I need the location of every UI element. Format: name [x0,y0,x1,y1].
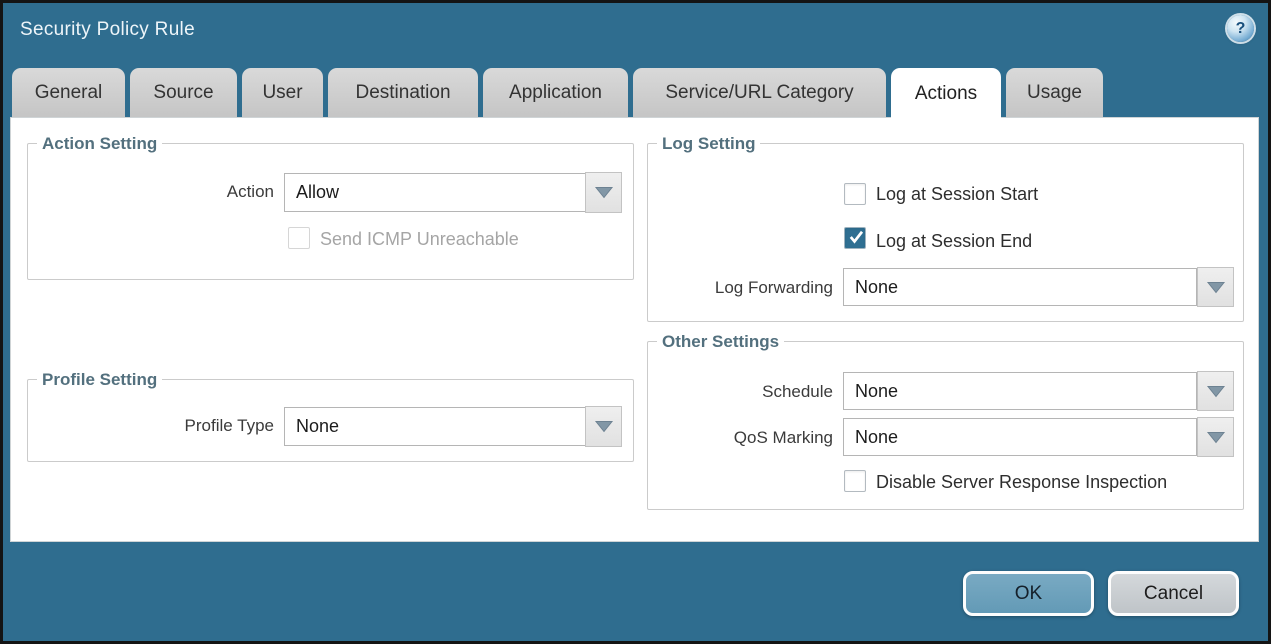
security-policy-rule-dialog: Security Policy Rule ? General Source Us… [0,0,1271,644]
log-at-session-start-checkbox[interactable] [844,183,866,205]
qos-marking-select-value: None [855,427,898,448]
profile-type-select[interactable]: None [284,407,586,446]
profile-type-select-value: None [296,416,339,437]
action-select-value: Allow [296,182,339,203]
action-setting-legend: Action Setting [37,134,162,153]
log-forwarding-select-value: None [855,277,898,298]
tab-label: Usage [1027,82,1082,104]
schedule-select[interactable]: None [843,372,1197,410]
qos-marking-label: QoS Marking [683,428,833,448]
other-settings-legend: Other Settings [657,332,784,351]
action-select-arrow-button[interactable] [585,172,622,213]
profile-setting-legend: Profile Setting [37,370,162,389]
tab-source[interactable]: Source [130,68,237,117]
chevron-down-icon [594,419,614,434]
chevron-down-icon [1206,280,1226,295]
help-icon-glyph: ? [1236,20,1246,38]
checkmark-icon [847,226,865,248]
tab-actions[interactable]: Actions [891,68,1001,120]
log-forwarding-select-arrow-button[interactable] [1197,267,1234,307]
cancel-button-label: Cancel [1144,583,1203,605]
tab-label: Application [509,82,602,104]
help-icon[interactable]: ? [1227,15,1254,42]
profile-type-select-arrow-button[interactable] [585,406,622,447]
tab-service-url-category[interactable]: Service/URL Category [633,68,886,117]
send-icmp-unreachable-label: Send ICMP Unreachable [320,229,519,250]
chevron-down-icon [1206,430,1226,445]
schedule-label: Schedule [683,382,833,402]
tab-general[interactable]: General [12,68,125,117]
tab-label: Service/URL Category [665,82,853,104]
ok-button-label: OK [1015,583,1042,605]
schedule-select-value: None [855,381,898,402]
cancel-button[interactable]: Cancel [1108,571,1239,616]
tab-label: General [35,82,103,104]
qos-marking-select-arrow-button[interactable] [1197,417,1234,457]
action-label: Action [124,182,274,202]
ok-button[interactable]: OK [963,571,1094,616]
log-at-session-end-checkbox[interactable] [844,227,866,249]
tab-label: Source [153,82,213,104]
log-setting-legend: Log Setting [657,134,760,153]
dialog-title: Security Policy Rule [20,19,195,41]
qos-marking-select[interactable]: None [843,418,1197,456]
profile-type-label: Profile Type [124,416,274,436]
schedule-select-arrow-button[interactable] [1197,371,1234,411]
log-at-session-start-label: Log at Session Start [876,184,1038,205]
tab-application[interactable]: Application [483,68,628,117]
log-forwarding-select[interactable]: None [843,268,1197,306]
tab-usage[interactable]: Usage [1006,68,1103,117]
tab-destination[interactable]: Destination [328,68,478,117]
chevron-down-icon [1206,384,1226,399]
disable-server-response-inspection-label: Disable Server Response Inspection [876,472,1167,493]
disable-server-response-inspection-checkbox[interactable] [844,470,866,492]
log-forwarding-label: Log Forwarding [683,278,833,298]
tab-user[interactable]: User [242,68,323,117]
action-select[interactable]: Allow [284,173,586,212]
log-at-session-end-label: Log at Session End [876,231,1032,252]
tab-label: User [262,82,302,104]
chevron-down-icon [594,185,614,200]
send-icmp-unreachable-checkbox[interactable] [288,227,310,249]
tab-label: Actions [915,83,977,105]
tab-label: Destination [355,82,450,104]
